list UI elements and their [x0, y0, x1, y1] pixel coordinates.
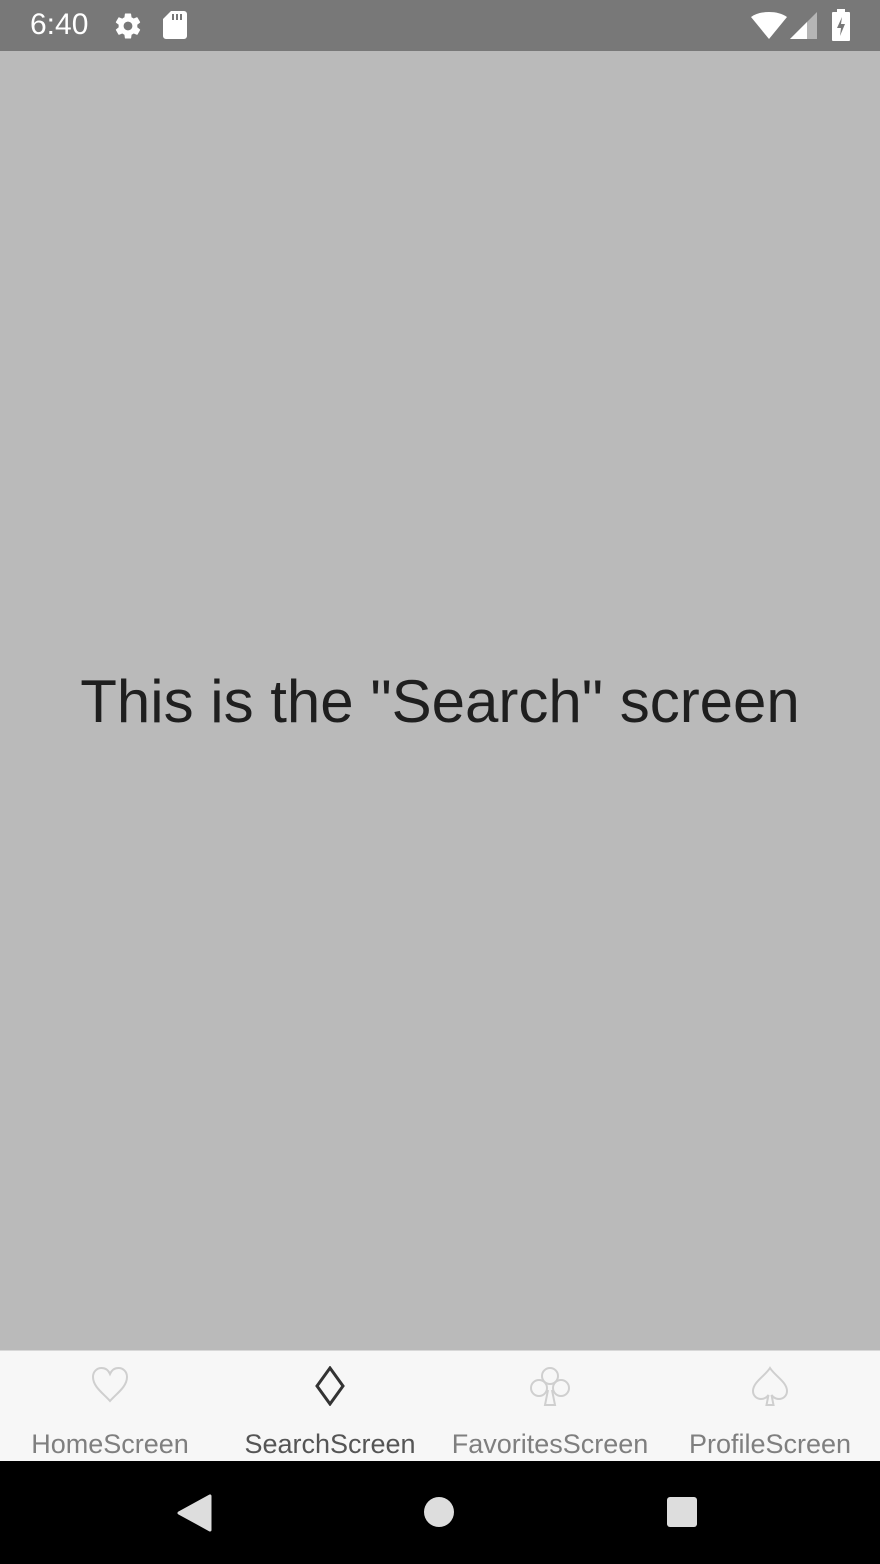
home-icon[interactable] — [423, 1496, 455, 1528]
status-time: 6:40 — [30, 8, 89, 41]
status-bar: 6:40 — [0, 0, 880, 51]
tab-home[interactable]: HomeScreen — [0, 1351, 220, 1462]
gear-icon — [115, 13, 141, 39]
recents-icon[interactable] — [666, 1496, 698, 1528]
phone-screen: 6:40 This is the "Search" screen HomeScr… — [0, 0, 880, 1564]
tab-favorites-label: FavoritesScreen — [451, 1429, 649, 1459]
screen-title-text: This is the "Search" screen — [80, 668, 800, 735]
wifi-icon — [751, 12, 787, 39]
cell-signal-icon — [790, 12, 817, 39]
tab-home-label: HomeScreen — [31, 1429, 189, 1459]
battery-charging-icon — [832, 9, 850, 41]
tab-profile-label: ProfileScreen — [688, 1429, 852, 1459]
sd-card-icon — [163, 11, 187, 39]
bottom-tab-bar: HomeScreen SearchScreen FavoritesScreen … — [0, 1350, 880, 1461]
system-navigation-bar — [0, 1461, 880, 1564]
screen-content: This is the "Search" screen — [0, 51, 880, 1350]
back-icon[interactable] — [176, 1494, 212, 1532]
tab-search-label: SearchScreen — [244, 1429, 416, 1459]
tab-search[interactable]: SearchScreen — [220, 1351, 440, 1462]
tab-favorites[interactable]: FavoritesScreen — [440, 1351, 660, 1462]
heart-outline-icon — [91, 1366, 129, 1403]
spade-outline-icon — [751, 1366, 789, 1406]
diamond-outline-icon — [315, 1366, 345, 1406]
club-outline-icon — [530, 1367, 570, 1406]
tab-profile[interactable]: ProfileScreen — [660, 1351, 880, 1462]
